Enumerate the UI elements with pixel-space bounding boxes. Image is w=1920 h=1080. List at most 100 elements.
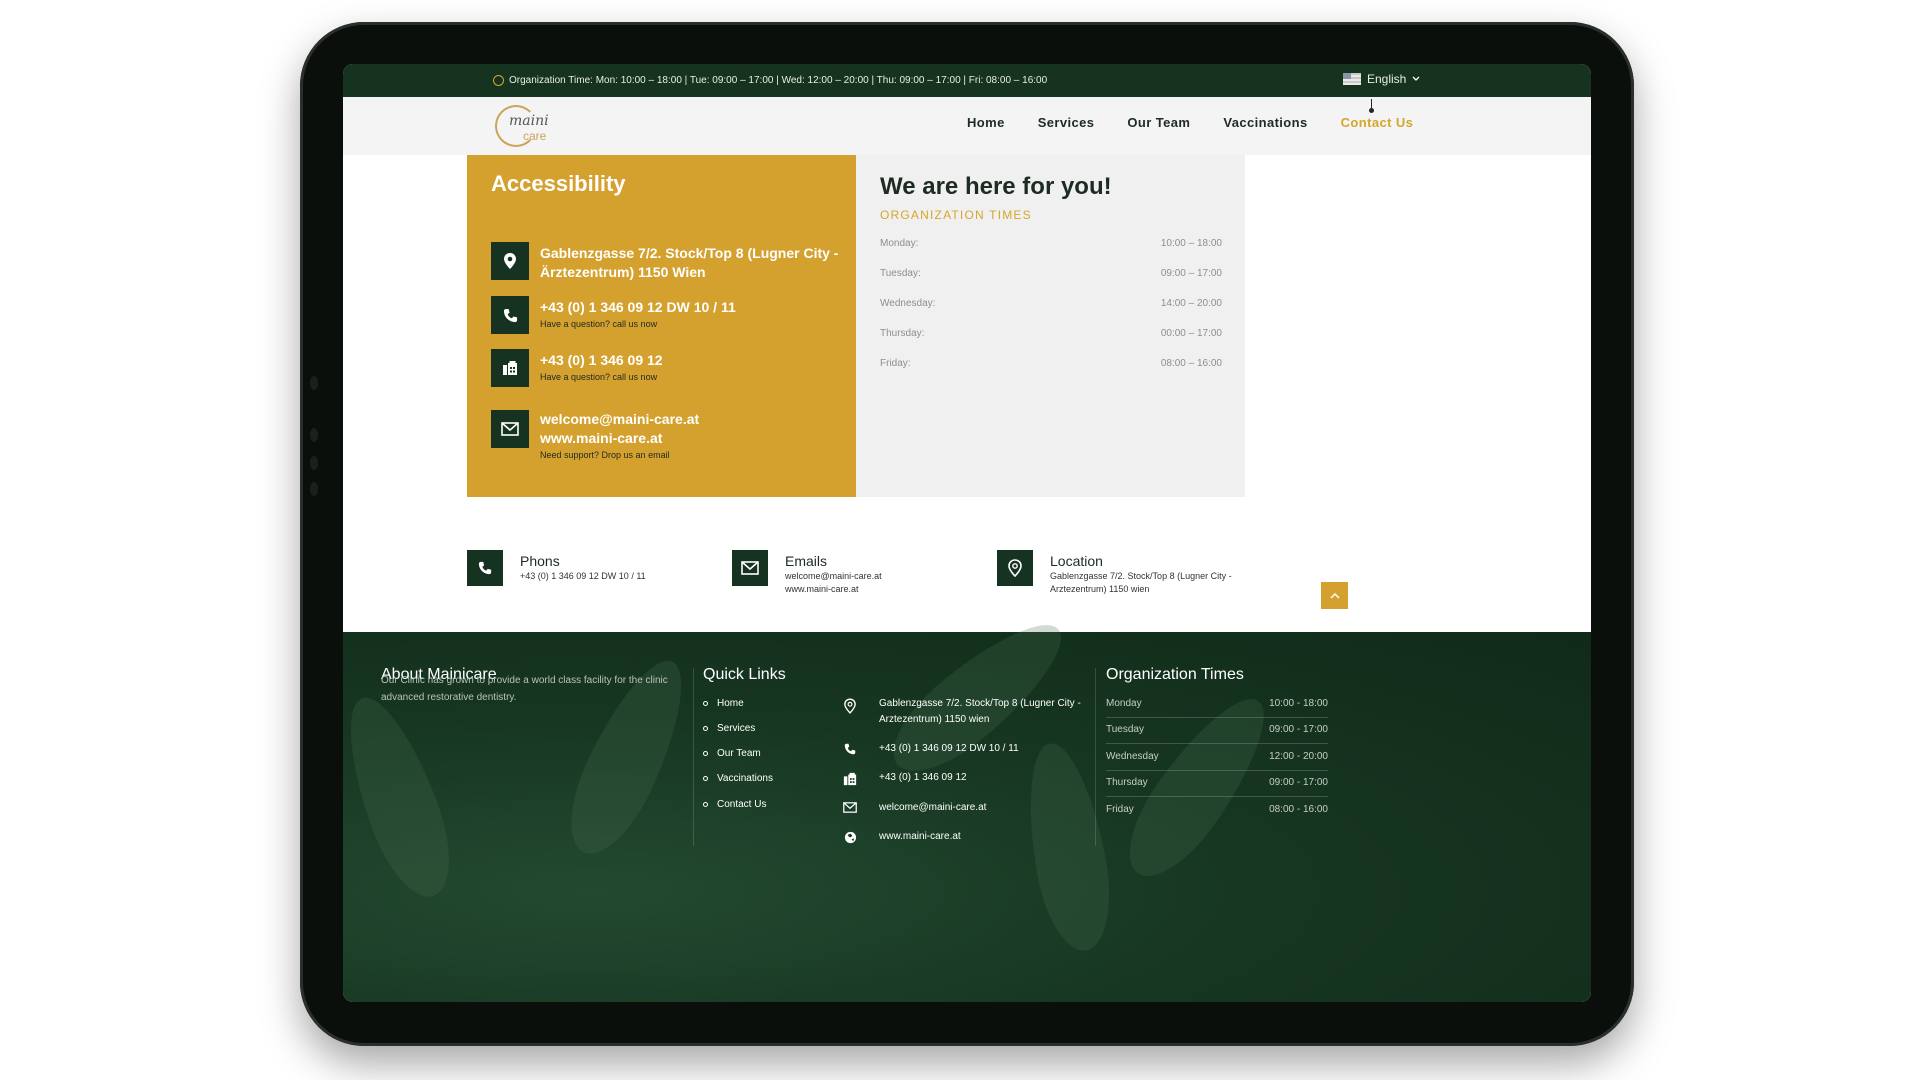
site-footer: About Mainicare Our Clinic has grown to … [343,602,1591,1002]
tablet-side-button [310,376,318,390]
times-hours: 14:00 – 20:00 [1160,298,1222,309]
contact-location-line1: Gablenzgasse 7/2. Stock/Top 8 (Lugner Ci… [1050,571,1232,581]
footer-email[interactable]: welcome@maini-care.at [843,800,986,816]
times-row: Thursday: 00:00 – 17:00 [880,328,1222,339]
footer-phone[interactable]: +43 (0) 1 346 09 12 DW 10 / 11 [843,741,1019,757]
address-icon-box [491,242,529,280]
contact-email: Emails welcome@maini-care.at www.maini-c… [732,550,882,595]
contact-phone-value[interactable]: +43 (0) 1 346 09 12 DW 10 / 11 [520,570,646,582]
quick-link-vaccinations[interactable]: Vaccinations [703,773,773,784]
times-day: Tuesday: [880,268,921,279]
access-fax-note: Have a question? call us now [540,372,658,382]
organization-hours: Organization Time: Mon: 10:00 – 18:00 | … [493,75,1047,86]
logo-text-primary: maini [509,113,549,129]
bullet-icon [703,802,708,807]
quick-link-label: Our Team [717,748,761,759]
org-day: Monday [1106,698,1142,709]
top-info-bar: Organization Time: Mon: 10:00 – 18:00 | … [343,64,1591,97]
footer-website-text: www.maini-care.at [879,831,961,842]
globe-icon [844,831,856,844]
phone-icon-box [467,550,503,586]
org-times-row: Thursday 09:00 - 17:00 [1106,777,1328,797]
site-logo[interactable]: maini care [495,103,557,149]
chevron-up-icon [1329,592,1340,599]
contact-location-line2: Arztezentrum) 1150 wien [1050,584,1150,594]
language-selector[interactable]: English [1343,72,1420,86]
fax-icon [503,361,517,375]
access-fax[interactable]: +43 (0) 1 346 09 12 [540,351,663,370]
footer-address: Gablenzgasse 7/2. Stock/Top 8 (Lugner Ci… [843,696,1089,728]
clock-icon [493,75,504,86]
access-address: Gablenzgasse 7/2. Stock/Top 8 (Lugner Ci… [540,245,839,280]
quick-link-services[interactable]: Services [703,723,755,734]
quick-link-home[interactable]: Home [703,698,744,709]
mail-icon-box [732,550,768,586]
access-phone-note: Have a question? call us now [540,319,658,329]
contact-location-title: Location [1050,553,1103,569]
flag-icon [1343,73,1361,85]
times-hours: 00:00 – 17:00 [1160,328,1222,339]
tablet-side-button [310,456,318,470]
footer-fax[interactable]: +43 (0) 1 346 09 12 [843,770,967,786]
mail-icon [741,561,759,575]
footer-address-text: Gablenzgasse 7/2. Stock/Top 8 (Lugner Ci… [879,698,1081,725]
contact-location: Location Gablenzgasse 7/2. Stock/Top 8 (… [997,550,1232,595]
org-hours: 08:00 - 16:00 [1269,804,1328,815]
chevron-down-icon [1412,76,1420,81]
org-times-title: Organization Times [1106,666,1244,683]
org-day: Tuesday [1106,724,1144,735]
nav-home[interactable]: Home [967,115,1005,130]
times-row: Tuesday: 09:00 – 17:00 [880,268,1222,279]
nav-contact-us[interactable]: Contact Us [1341,99,1414,130]
footer-divider [1095,668,1096,846]
tablet-screen: Organization Time: Mon: 10:00 – 18:00 | … [343,64,1591,1002]
logo-text-secondary: care [523,129,547,143]
language-label: English [1367,72,1407,86]
quick-link-label: Services [717,723,756,734]
phone-icon [478,561,492,575]
mail-icon-box [491,410,529,448]
quick-link-contact-us[interactable]: Contact Us [703,799,766,810]
times-subtitle: ORGANIZATION TIMES [880,208,1032,222]
mail-icon [843,802,857,813]
nav-services[interactable]: Services [1038,115,1095,130]
bullet-icon [703,776,708,781]
access-email-note: Need support? Drop us an email [540,450,670,460]
map-pin-icon [844,698,856,714]
org-hours: 10:00 - 18:00 [1269,698,1328,709]
footer-website[interactable]: www.maini-care.at [843,829,961,845]
org-times-row: Wednesday 12:00 - 20:00 [1106,751,1328,771]
footer-email-text: welcome@maini-care.at [879,802,987,813]
contact-website-value[interactable]: www.maini-care.at [785,583,882,595]
tablet-side-button [310,482,318,496]
access-website[interactable]: www.maini-care.at [540,429,699,448]
access-phone[interactable]: +43 (0) 1 346 09 12 DW 10 / 11 [540,298,736,317]
phone-icon-box [491,296,529,334]
times-row: Wednesday: 14:00 – 20:00 [880,298,1222,309]
org-times-row: Friday 08:00 - 16:00 [1106,804,1328,823]
quick-link-our-team[interactable]: Our Team [703,748,761,759]
contact-email-title: Emails [785,553,828,569]
org-hours: 12:00 - 20:00 [1269,751,1328,762]
about-text: Our Clinic has grown to provide a world … [381,675,668,703]
quick-link-label: Home [717,698,744,709]
org-times-row: Tuesday 09:00 - 17:00 [1106,724,1328,744]
accessibility-title: Accessibility [491,171,626,196]
nav-vaccinations[interactable]: Vaccinations [1223,115,1307,130]
times-row: Friday: 08:00 – 16:00 [880,358,1222,369]
footer-divider [693,668,694,846]
times-hours: 10:00 – 18:00 [1160,238,1222,249]
bullet-icon [703,751,708,756]
quick-link-label: Contact Us [717,799,767,810]
contact-email-value[interactable]: welcome@maini-care.at [785,570,882,582]
footer-fax-text: +43 (0) 1 346 09 12 [879,772,967,783]
contact-phone-title: Phons [520,553,560,569]
access-email[interactable]: welcome@maini-care.at [540,410,699,429]
times-title: We are here for you! [880,173,1112,200]
nav-our-team[interactable]: Our Team [1127,115,1190,130]
times-day: Monday: [880,238,919,249]
scroll-to-top-button[interactable] [1321,582,1348,609]
tablet-side-button [310,428,318,442]
map-pin-icon-box [997,550,1033,586]
quick-link-label: Vaccinations [717,773,773,784]
